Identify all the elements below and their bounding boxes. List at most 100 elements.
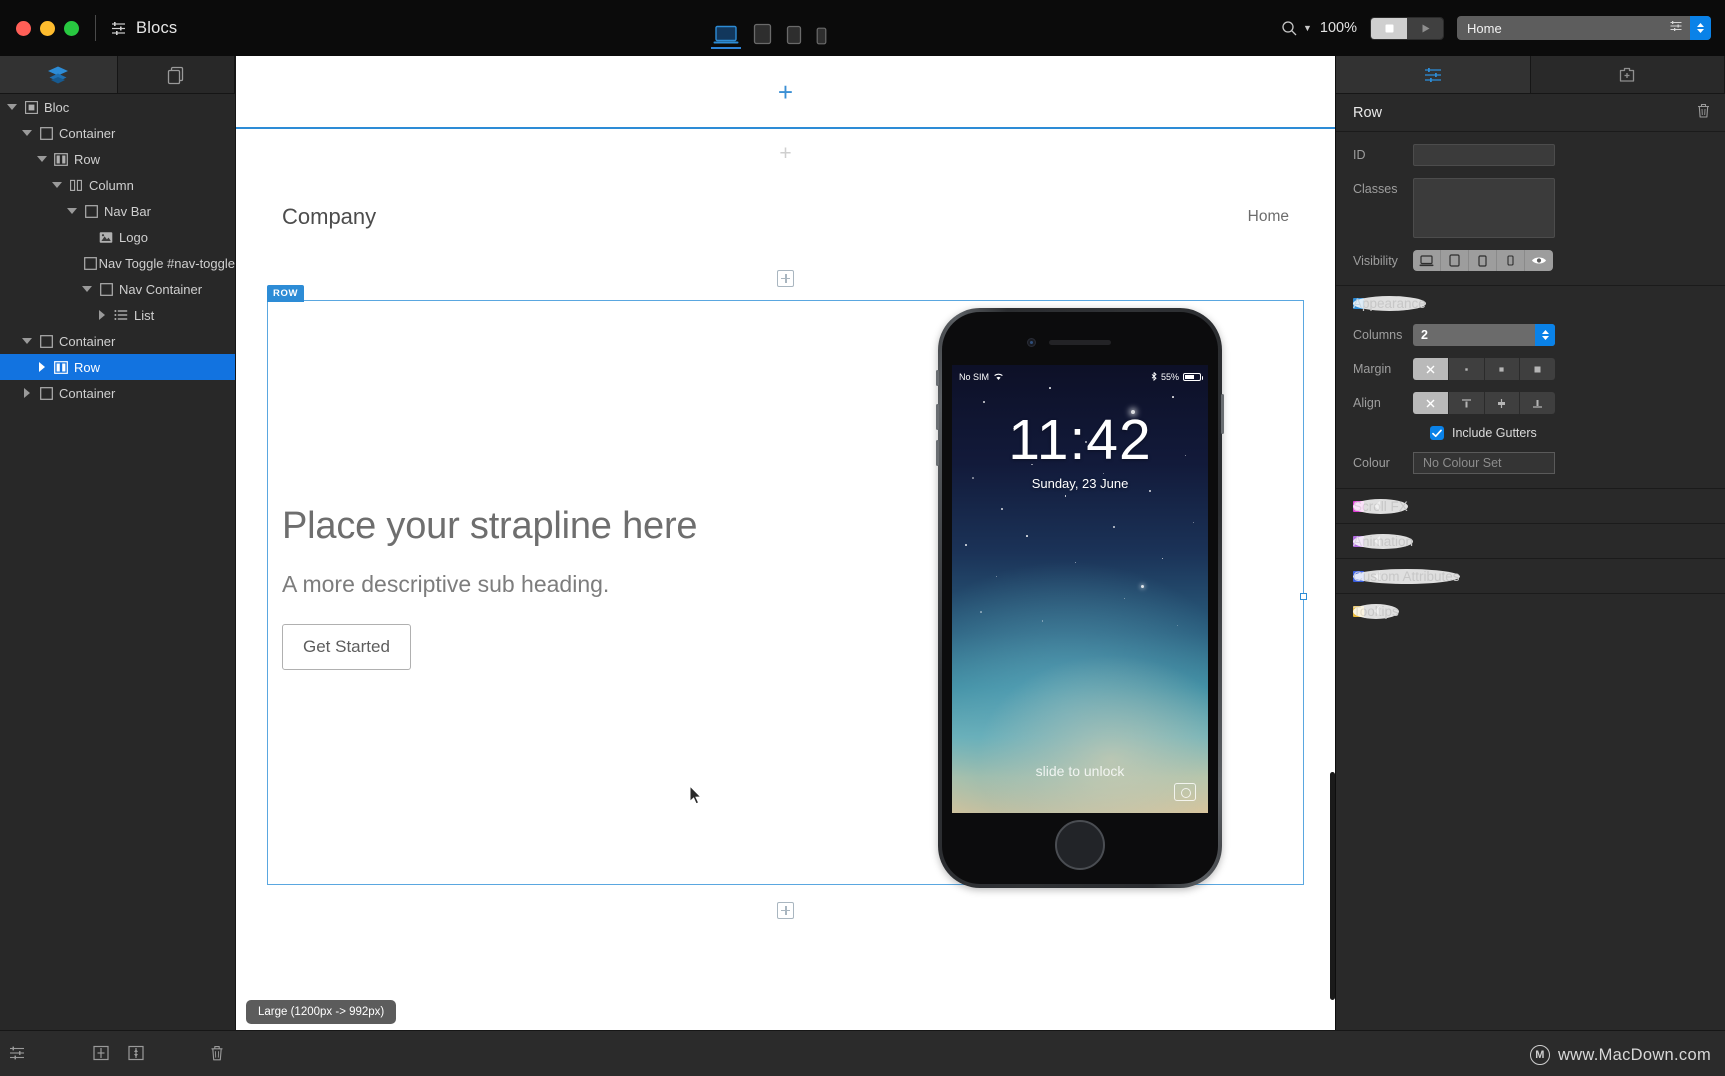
section-appearance[interactable]: Appearance [1336, 286, 1725, 320]
design-canvas[interactable]: + + Company Home ROW Place your straplin… [236, 56, 1335, 1030]
device-tablet-portrait-button[interactable] [786, 25, 802, 45]
tree-item-nav-toggle-nav-toggle[interactable]: Nav Toggle #nav-toggle [0, 250, 235, 276]
tree-twisty-down[interactable] [19, 130, 35, 136]
inspector-tab-settings[interactable] [1336, 56, 1531, 93]
page-stepper-button[interactable] [1690, 16, 1711, 40]
align-bottom-button[interactable] [1520, 392, 1555, 414]
tree-twisty-down[interactable] [34, 156, 50, 162]
visibility-mobile-button[interactable] [1497, 250, 1525, 271]
carrier-label: No SIM [959, 372, 990, 382]
align-middle-button[interactable] [1484, 392, 1521, 414]
delete-button[interactable] [1696, 102, 1711, 124]
zoom-control[interactable]: ▼ 100% [1281, 20, 1357, 37]
include-gutters-row[interactable]: Include Gutters [1336, 426, 1725, 440]
sidebar-tab-pages[interactable] [118, 56, 235, 93]
minimize-window-button[interactable] [40, 20, 55, 36]
tree-twisty-down[interactable] [64, 208, 80, 214]
tree-item-nav-bar[interactable]: Nav Bar [0, 198, 235, 224]
hero-heading[interactable]: Place your strapline here [282, 505, 698, 548]
tree-item-row[interactable]: Row [0, 146, 235, 172]
tree-twisty-down[interactable] [4, 104, 20, 110]
section-tooltips[interactable]: Tooltips [1336, 594, 1725, 628]
tree-item-column[interactable]: Column [0, 172, 235, 198]
colour-value: No Colour Set [1423, 456, 1502, 470]
visibility-tablet-portrait-button[interactable] [1469, 250, 1497, 271]
add-bloc-below-top[interactable]: + [236, 129, 1335, 178]
tree-item-list[interactable]: List [0, 302, 235, 328]
margin-large-button[interactable] [1520, 358, 1555, 380]
columns-stepper-button[interactable] [1535, 324, 1555, 346]
zoom-window-button[interactable] [64, 20, 79, 36]
close-window-button[interactable] [16, 20, 31, 36]
tree-twisty-down[interactable] [49, 182, 65, 188]
margin-button-group [1413, 358, 1555, 380]
tree-item-container[interactable]: Container [0, 120, 235, 146]
columns-value: 2 [1421, 328, 1428, 342]
add-row-above[interactable] [236, 256, 1335, 300]
hero-text-block: Place your strapline here A more descrip… [282, 505, 698, 670]
bottom-settings-icon[interactable] [8, 1044, 26, 1062]
tree-twisty-right[interactable] [34, 362, 50, 372]
section-custom-attributes[interactable]: Custom Attributes [1336, 559, 1725, 593]
right-inspector-panel: Row ID Classes Visibility Appearance Col… [1335, 56, 1725, 1030]
include-gutters-checkbox[interactable] [1430, 426, 1444, 440]
tree-item-bloc[interactable]: Bloc [0, 94, 235, 120]
classes-input[interactable] [1413, 178, 1555, 238]
device-mobile-button[interactable] [816, 27, 827, 45]
site-navbar[interactable]: Company Home [236, 178, 1335, 256]
align-none-button[interactable] [1413, 392, 1449, 414]
title-bar: Blocs ▼ 100% Home [0, 0, 1725, 56]
add-box-icon [777, 901, 794, 919]
section-animation[interactable]: Animation [1336, 524, 1725, 558]
earpiece-speaker [1049, 340, 1111, 345]
device-tablet-landscape-button[interactable] [753, 23, 772, 45]
tree-item-container[interactable]: Container [0, 380, 235, 406]
nav-link-home[interactable]: Home [1248, 208, 1289, 226]
iphone-mockup: No SIM 55% 11:42 Sunday, 23 June slide t… [936, 308, 1224, 888]
stop-preview-button[interactable] [1371, 17, 1407, 39]
columns-select[interactable]: 2 [1413, 324, 1555, 346]
colour-label: Colour [1353, 456, 1390, 470]
id-input[interactable] [1413, 144, 1555, 166]
tree-twisty-right[interactable] [19, 388, 35, 398]
inspector-margin-row: Margin [1336, 358, 1725, 380]
tree-item-label: Row [74, 151, 101, 167]
play-preview-button[interactable] [1407, 17, 1443, 39]
trash-icon [1698, 103, 1709, 118]
bottom-spacing-icon[interactable] [127, 1045, 145, 1061]
add-bloc-top[interactable]: + [236, 56, 1335, 127]
add-row-below[interactable] [236, 885, 1335, 935]
page-settings-icon[interactable] [1669, 19, 1690, 38]
chevron-down-icon [67, 208, 77, 214]
align-top-button[interactable] [1448, 392, 1485, 414]
page-selector[interactable]: Home [1457, 16, 1711, 40]
tree-twisty-down[interactable] [79, 286, 95, 292]
bottom-layout-icon[interactable] [92, 1045, 110, 1061]
selected-row[interactable]: ROW Place your strapline here A more des… [267, 285, 1307, 888]
visibility-desktop-button[interactable] [1413, 250, 1441, 271]
margin-none-button[interactable] [1413, 358, 1449, 380]
margin-medium-button[interactable] [1484, 358, 1521, 380]
tree-item-nav-container[interactable]: Nav Container [0, 276, 235, 302]
tree-item-logo[interactable]: Logo [0, 224, 235, 250]
hero-subheading[interactable]: A more descriptive sub heading. [282, 571, 697, 598]
colour-picker[interactable]: No Colour Set [1413, 452, 1555, 474]
get-started-button[interactable]: Get Started [282, 624, 411, 670]
inspector-tab-add[interactable] [1531, 56, 1725, 93]
tree-twisty-down[interactable] [19, 338, 35, 344]
resize-handle[interactable] [1300, 593, 1307, 600]
bottom-trash-icon[interactable] [209, 1044, 225, 1062]
visibility-tablet-landscape-button[interactable] [1441, 250, 1469, 271]
row-badge-label: ROW [267, 285, 305, 302]
tree-item-container[interactable]: Container [0, 328, 235, 354]
margin-small-button[interactable] [1448, 358, 1485, 380]
tree-item-row[interactable]: Row [0, 354, 235, 380]
section-scroll-fx[interactable]: Scroll FX [1336, 489, 1725, 523]
layer-tree: Bloc Container Row Column Nav Bar Logo Nav Tog… [0, 94, 235, 406]
tree-twisty-right[interactable] [94, 310, 110, 320]
phone-status-bar: No SIM 55% [952, 370, 1208, 384]
chevron-right-icon [24, 388, 30, 398]
device-desktop-button[interactable] [711, 25, 741, 49]
visibility-eye-button[interactable] [1525, 250, 1553, 271]
sidebar-tab-layers[interactable] [0, 56, 118, 93]
